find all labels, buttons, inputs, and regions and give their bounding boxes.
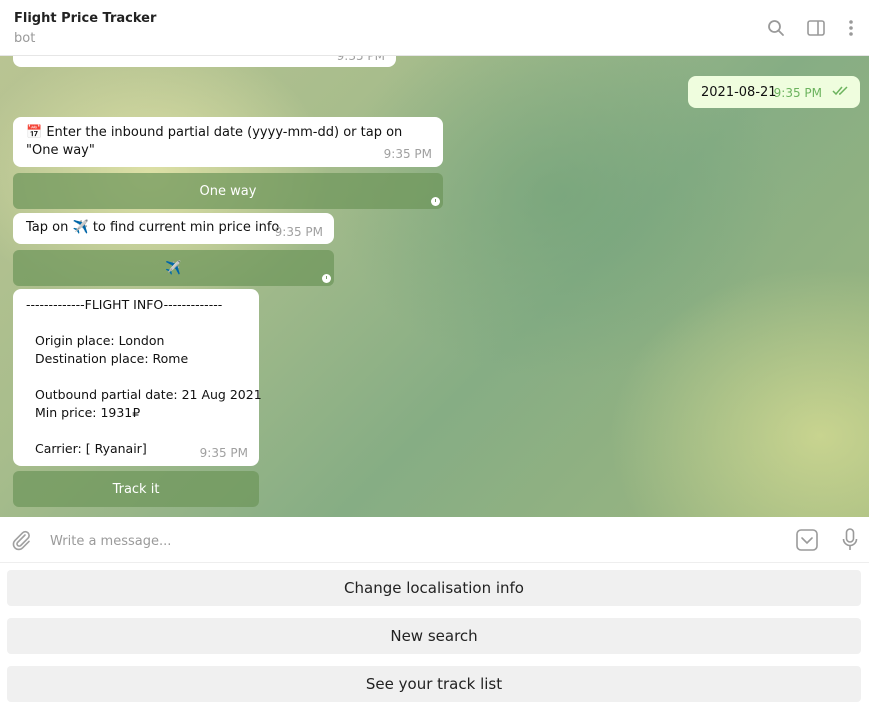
button-label: Track it [112,481,160,497]
airplane-emoji-icon: ✈️ [72,220,89,235]
chat-header: Flight Price Tracker bot [0,0,869,56]
track-list-button[interactable]: See your track list [7,666,861,702]
bot-message-inbound-prompt: 📅 Enter the inbound partial date (yyyy-m… [13,117,443,167]
message-input[interactable] [48,529,772,553]
message-text: to find current min price info [92,220,280,235]
change-localisation-button[interactable]: Change localisation info [7,570,861,606]
message-time: 9:35 PM [383,147,432,161]
microphone-icon[interactable] [842,528,858,556]
track-it-button[interactable]: Track it [13,471,259,507]
calendar-emoji-icon: 📅 [26,125,43,140]
message-time: 9:35 PM [336,56,385,63]
message-composer [0,517,869,563]
chat-area[interactable]: 9:35 PM 2021-08-21 9:35 PM 📅 Enter the i… [0,56,869,517]
attach-paperclip-icon[interactable] [10,529,32,555]
one-way-button[interactable]: One way [13,173,443,209]
bot-keyboard-toggle-icon[interactable] [796,529,818,555]
bot-message-flight-info: -------------FLIGHT INFO------------- Or… [13,289,262,466]
read-checkmark-icon [832,84,850,102]
flight-info-heading: -------------FLIGHT INFO------------- [26,297,223,312]
sidebar-panel-icon[interactable] [805,17,827,39]
search-icon[interactable] [765,17,787,39]
new-search-button[interactable]: New search [7,618,861,654]
find-price-button[interactable]: ✈️ [13,250,334,286]
more-vertical-icon[interactable] [840,17,862,39]
clipped-message: 9:35 PM [13,56,396,67]
origin-text: Origin place: London [35,333,165,348]
chat-title[interactable]: Flight Price Tracker [14,11,156,26]
pending-clock-icon [322,274,331,283]
button-label: One way [199,183,257,199]
outgoing-message: 2021-08-21 9:35 PM [688,76,860,108]
bot-message-tap-prompt: Tap on ✈️ to find current min price info… [13,213,334,244]
chat-status: bot [14,31,36,46]
destination-text: Destination place: Rome [35,351,189,366]
message-text: 2021-08-21 [701,85,777,100]
carrier-text: Carrier: [ Ryanair] [35,441,147,456]
airplane-emoji-icon: ✈️ [165,260,182,276]
message-text: Enter the inbound partial date (yyyy-mm-… [26,125,403,158]
outbound-date-text: Outbound partial date: 21 Aug 2021 [35,387,262,402]
message-time: 9:35 PM [199,446,248,460]
message-time: 9:35 PM [773,86,822,100]
message-time: 9:35 PM [274,225,323,239]
message-text: Tap on [26,220,69,235]
pending-clock-icon [431,197,440,206]
min-price-text: Min price: 1931₽ [35,405,141,420]
